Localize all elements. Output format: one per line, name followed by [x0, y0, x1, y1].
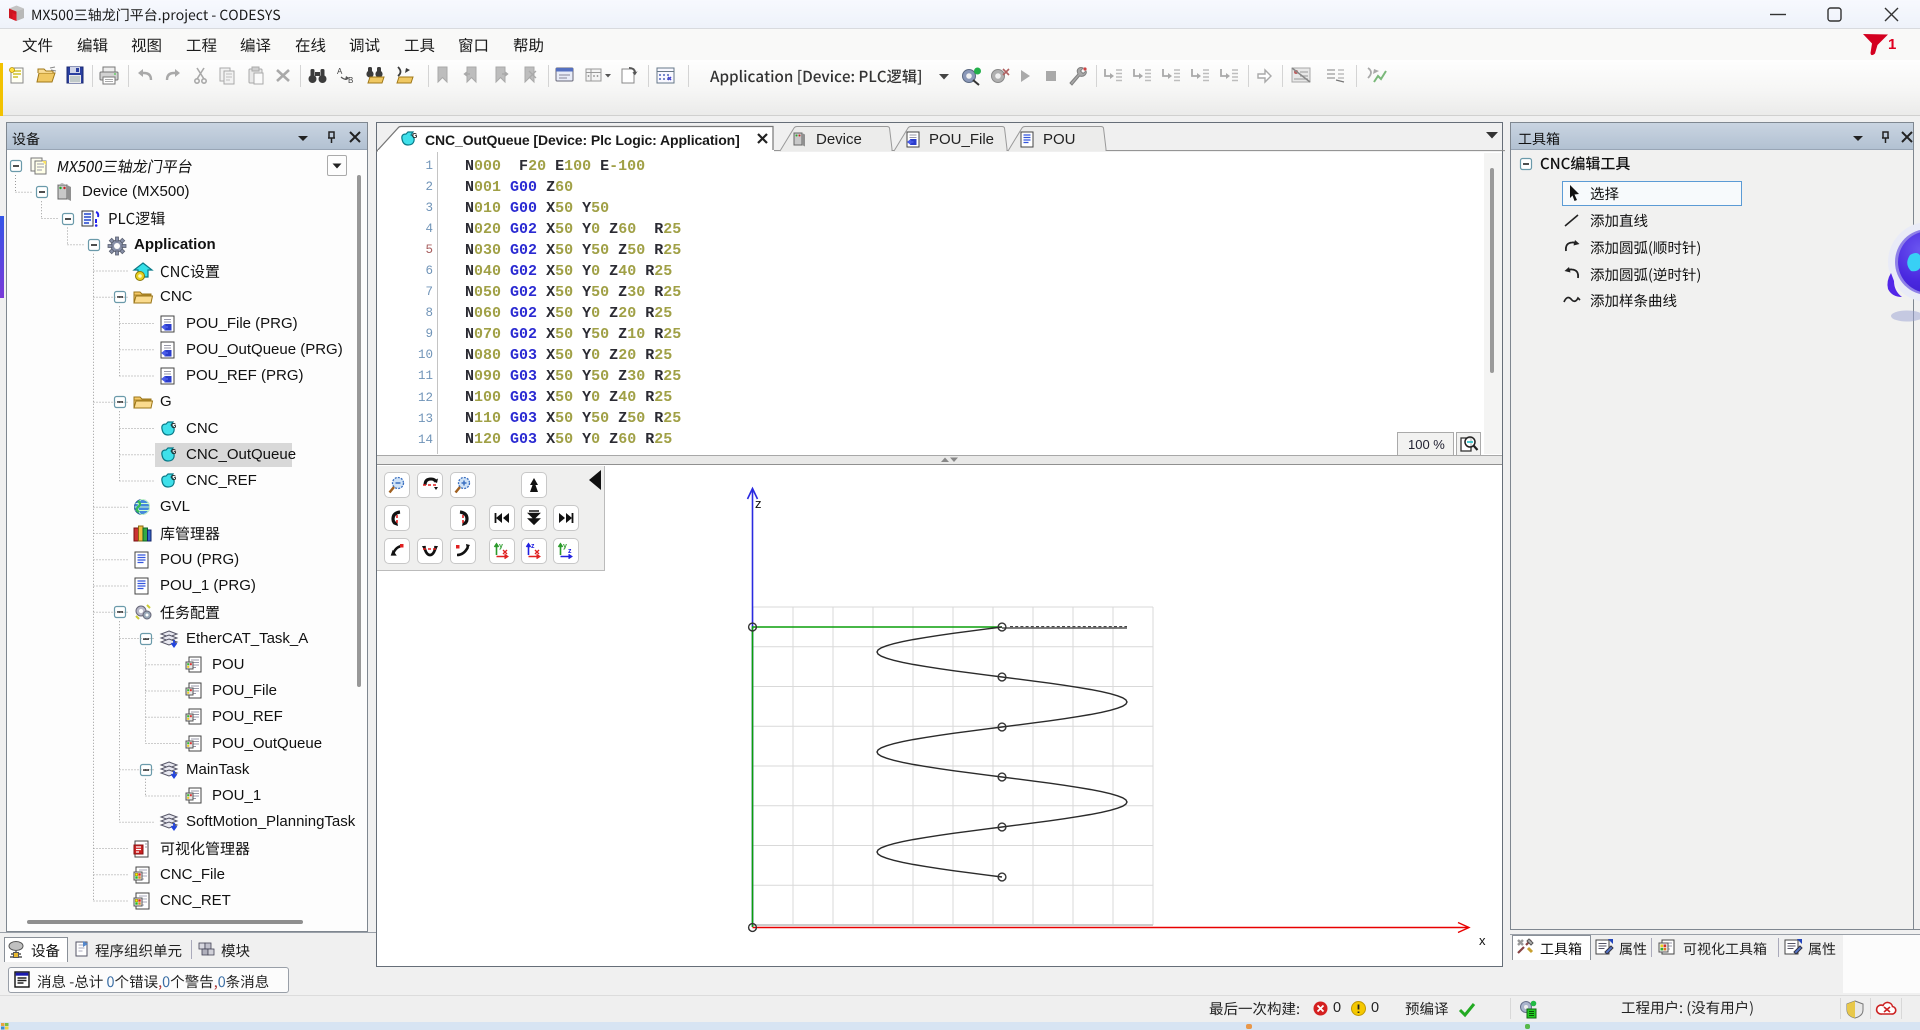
svg-text:z: z: [755, 496, 762, 511]
svg-text:G: G: [412, 133, 418, 140]
svg-text:B: B: [348, 76, 353, 85]
svg-text:A: A: [337, 67, 343, 76]
svg-text:x: x: [1479, 933, 1486, 948]
